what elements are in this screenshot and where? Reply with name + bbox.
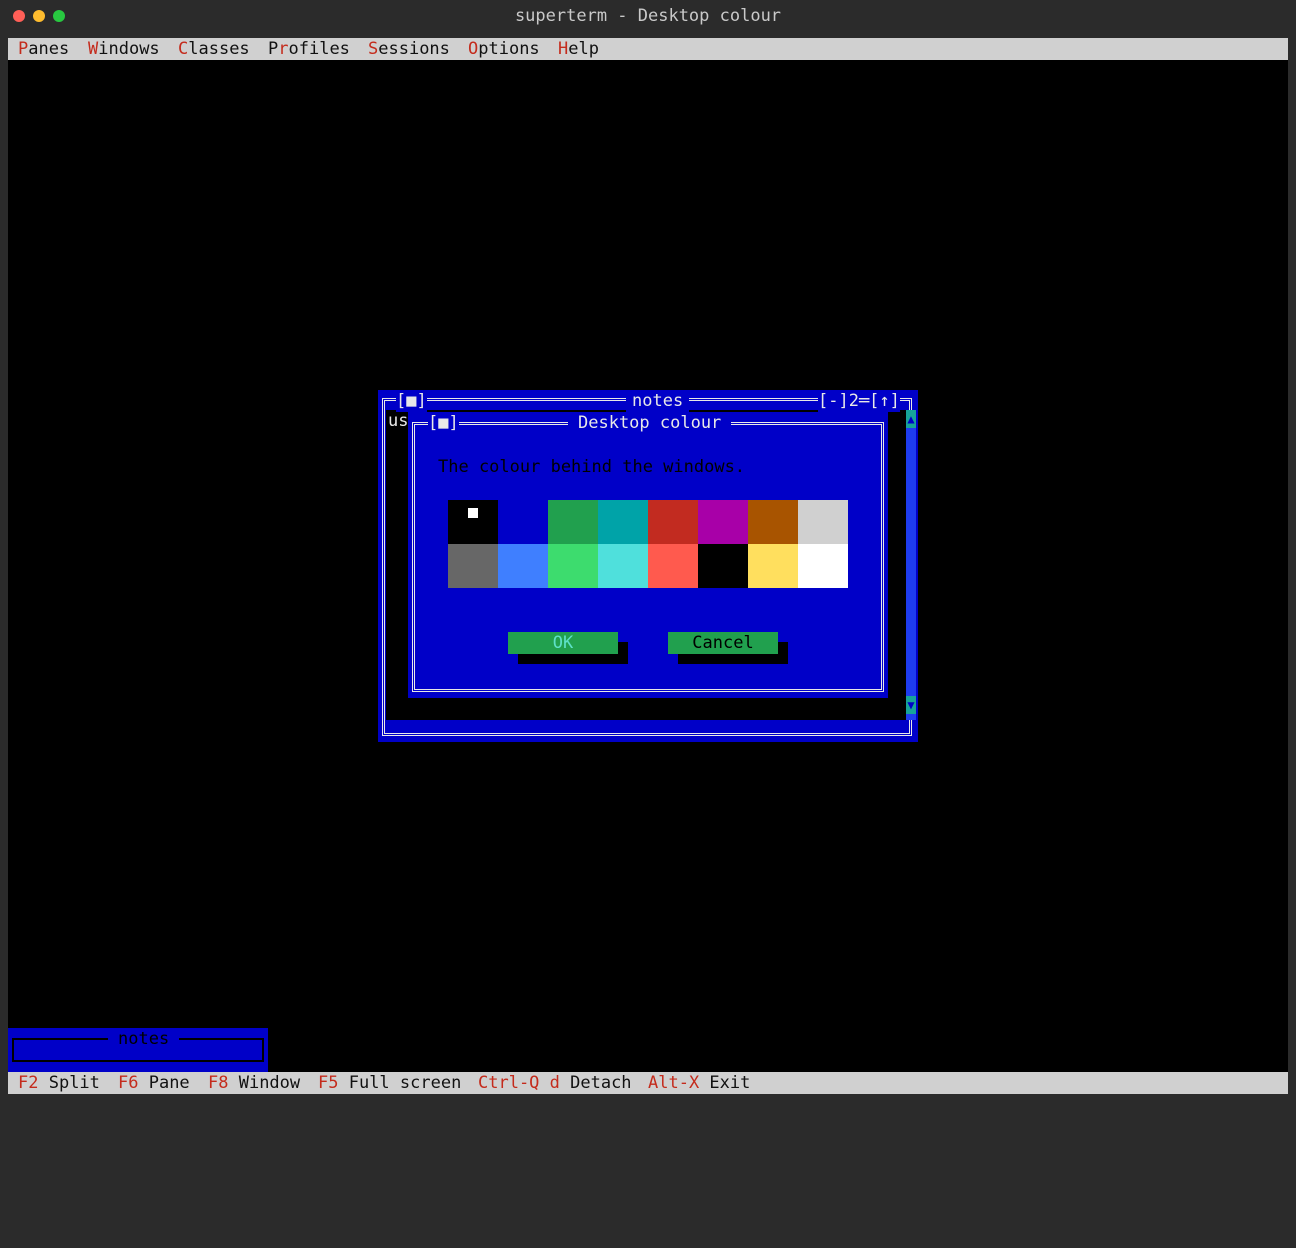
status-split[interactable]: F2 Split (18, 1072, 100, 1094)
dialog-title: Desktop colour (568, 412, 732, 434)
status-detach[interactable]: Ctrl-Q d Detach (478, 1072, 632, 1094)
colour-swatch[interactable] (498, 500, 548, 544)
window-titlebar: superterm - Desktop colour (0, 0, 1296, 34)
menu-classes[interactable]: Classes (178, 38, 250, 60)
scroll-down-icon[interactable]: ▼ (906, 696, 916, 714)
menu-options[interactable]: Options (468, 38, 540, 60)
selected-swatch-marker (468, 508, 478, 518)
terminal-desktop: Panes Windows Classes Profiles Sessions … (8, 38, 1288, 1094)
colour-swatch[interactable] (698, 500, 748, 544)
colour-swatch[interactable] (798, 500, 848, 544)
colour-swatch[interactable] (648, 544, 698, 588)
colour-swatch[interactable] (748, 500, 798, 544)
colour-swatch[interactable] (598, 500, 648, 544)
scroll-up-icon[interactable]: ▲ (906, 410, 916, 428)
notes-scrollbar[interactable] (906, 410, 916, 720)
colour-swatch[interactable] (448, 544, 498, 588)
minimized-title: notes (108, 1028, 180, 1050)
menu-windows[interactable]: Windows (88, 38, 160, 60)
menu-panes[interactable]: Panes (18, 38, 69, 60)
colour-swatch[interactable] (548, 500, 598, 544)
colour-swatch[interactable] (798, 544, 848, 588)
menu-sessions[interactable]: Sessions (368, 38, 450, 60)
notes-title: notes (626, 390, 690, 412)
status-exit[interactable]: Alt-X Exit (648, 1072, 750, 1094)
colour-swatch[interactable] (648, 500, 698, 544)
status-bar: F2 Split F6 Pane F8 Window F5 Full scree… (8, 1072, 1288, 1094)
status-window[interactable]: F8 Window (208, 1072, 300, 1094)
menu-bar: Panes Windows Classes Profiles Sessions … (8, 38, 1288, 60)
ok-button[interactable]: OK (508, 632, 618, 654)
window-title: superterm - Desktop colour (514, 6, 782, 26)
colour-swatch[interactable] (498, 544, 548, 588)
colour-swatch[interactable] (698, 544, 748, 588)
notes-window-controls[interactable]: [-]2═[↑] (818, 390, 900, 412)
status-full-screen[interactable]: F5 Full screen (318, 1072, 461, 1094)
menu-profiles[interactable]: Profiles (268, 38, 350, 60)
status-pane[interactable]: F6 Pane (118, 1072, 190, 1094)
menu-help[interactable]: Help (558, 38, 599, 60)
dialog-close-button[interactable]: [■] (428, 412, 459, 434)
colour-swatch[interactable] (548, 544, 598, 588)
colour-swatch[interactable] (448, 500, 498, 544)
colour-palette (448, 500, 848, 588)
minimized-notes-window[interactable]: notes (8, 1028, 268, 1072)
colour-swatch[interactable] (598, 544, 648, 588)
notes-close-button[interactable]: [■] (396, 390, 427, 412)
cancel-button[interactable]: Cancel (668, 632, 778, 654)
dialog-message: The colour behind the windows. (438, 457, 746, 477)
notes-bottom-bar (388, 720, 906, 732)
desktop-colour-dialog: [■] Desktop colour The colour behind the… (408, 412, 888, 698)
colour-swatch[interactable] (748, 544, 798, 588)
